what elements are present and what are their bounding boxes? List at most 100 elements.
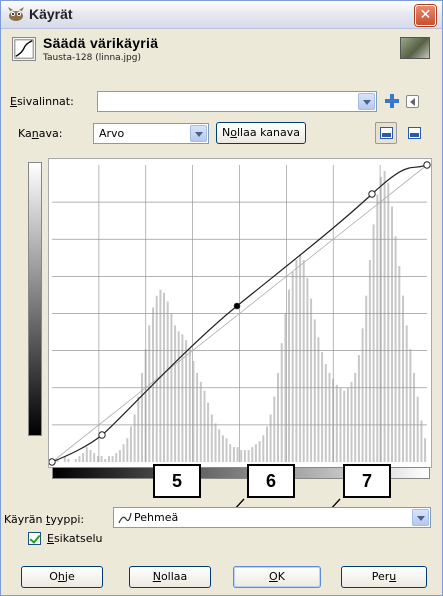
histogram-bar xyxy=(416,396,419,462)
histogram-bar xyxy=(277,372,279,462)
histogram-bar xyxy=(115,453,118,462)
histogram-bar xyxy=(148,325,151,462)
log-histogram-icon xyxy=(408,127,421,139)
histogram-bar xyxy=(243,450,246,462)
histogram-bar xyxy=(126,438,129,462)
linear-histogram-button[interactable] xyxy=(375,122,397,144)
curve-plot[interactable] xyxy=(48,159,431,467)
histogram-bar xyxy=(93,453,96,462)
histogram-bar xyxy=(207,402,210,462)
curve-type-value: Pehmeä xyxy=(134,511,179,524)
histogram-bar xyxy=(368,260,371,462)
histogram-bar xyxy=(111,456,114,462)
presets-combo[interactable] xyxy=(97,91,377,112)
preview-label: Esikatselu xyxy=(47,532,103,545)
histogram-bar xyxy=(236,447,239,462)
control-point xyxy=(368,190,376,198)
histogram-bar xyxy=(225,438,228,462)
channel-combo[interactable]: Arvo xyxy=(93,123,209,144)
reset-button[interactable]: Nollaa xyxy=(129,566,211,588)
histogram-bar xyxy=(306,277,309,462)
histogram-bar xyxy=(372,224,375,462)
histogram-bar xyxy=(387,182,390,463)
histogram-bar xyxy=(232,447,235,462)
callout-7: 7 xyxy=(343,464,391,498)
histogram-bar xyxy=(365,295,368,462)
histogram-bar xyxy=(218,429,221,462)
histogram-bar xyxy=(266,426,268,462)
curve-type-label: Käyrän tyyppi: xyxy=(4,513,85,526)
histogram-bar xyxy=(104,459,107,462)
histogram-bar xyxy=(100,456,103,462)
histogram-bar xyxy=(85,447,88,462)
histogram-bar xyxy=(335,384,338,462)
histogram-bar xyxy=(141,372,143,462)
smooth-curve-icon xyxy=(118,512,132,524)
histogram-bar xyxy=(247,450,250,462)
ok-button[interactable]: OK xyxy=(233,566,321,588)
presets-label: Esivalinnat: xyxy=(10,95,74,108)
linear-histogram-icon xyxy=(380,127,393,139)
add-preset-icon[interactable] xyxy=(385,94,399,108)
histogram-bar xyxy=(343,390,346,462)
help-button[interactable]: Ohje xyxy=(21,566,103,588)
control-point xyxy=(48,458,56,466)
chevron-down-icon[interactable] xyxy=(412,509,429,526)
histogram-bar xyxy=(328,372,331,462)
chevron-down-icon[interactable] xyxy=(358,93,375,110)
title-bar: Käyrät ✕ xyxy=(1,1,442,29)
histogram-bar xyxy=(405,325,408,462)
close-button[interactable]: ✕ xyxy=(415,5,436,26)
histogram-bar xyxy=(74,459,77,462)
histogram-bar xyxy=(361,328,364,462)
histogram-bar xyxy=(199,381,202,462)
histogram-bar xyxy=(357,355,360,462)
histogram-bar xyxy=(288,289,290,462)
histogram-bar xyxy=(409,349,412,462)
curve-type-combo[interactable]: Pehmeä xyxy=(113,507,431,528)
window-title: Käyrät xyxy=(29,6,73,22)
histogram-bar xyxy=(129,426,132,462)
histogram-bar xyxy=(295,260,298,462)
histogram-bar xyxy=(118,450,121,462)
histogram-bar xyxy=(82,453,85,462)
histogram-bar xyxy=(398,266,401,462)
histogram-bar xyxy=(424,438,427,462)
histogram-bar xyxy=(122,444,125,462)
log-histogram-button[interactable] xyxy=(403,122,425,144)
dialog-heading: Säädä värikäyriä xyxy=(43,35,159,51)
chevron-down-icon[interactable] xyxy=(190,125,207,142)
histogram-bar xyxy=(376,194,379,462)
output-gradient-bar xyxy=(28,162,42,436)
histogram-bar xyxy=(269,414,272,462)
histogram-bar xyxy=(196,372,199,462)
histogram-bar xyxy=(258,441,261,462)
preset-menu-icon[interactable] xyxy=(406,95,419,108)
histogram-bar xyxy=(214,423,217,462)
histogram-bar xyxy=(262,435,265,462)
cancel-button[interactable]: Peru xyxy=(341,566,427,588)
reset-channel-button[interactable]: Nollaa kanava xyxy=(216,122,306,144)
histogram-bar xyxy=(240,450,243,462)
curve-canvas[interactable] xyxy=(48,158,432,468)
histogram-bar xyxy=(251,447,254,462)
histogram-bar xyxy=(413,372,415,462)
histogram-bar xyxy=(107,456,110,462)
histogram-bar xyxy=(166,301,169,462)
histogram-bar xyxy=(185,340,188,462)
histogram-bar xyxy=(321,352,324,462)
histogram-bar xyxy=(383,170,386,462)
histogram-bar xyxy=(310,298,313,462)
histogram-bar xyxy=(302,260,305,462)
histogram-bar xyxy=(280,343,283,462)
histogram-bar xyxy=(163,292,165,462)
curves-dialog: Käyrät ✕ Säädä värikäyriä Tausta-128 (li… xyxy=(0,0,443,596)
histogram-bar xyxy=(394,236,397,462)
histogram-bar xyxy=(313,319,316,462)
image-thumbnail xyxy=(400,37,430,59)
histogram-bar xyxy=(391,206,393,462)
callout-5: 5 xyxy=(153,464,201,498)
histogram-bar xyxy=(420,420,423,462)
preview-checkbox[interactable] xyxy=(28,532,41,545)
curves-tool-icon xyxy=(12,37,36,61)
